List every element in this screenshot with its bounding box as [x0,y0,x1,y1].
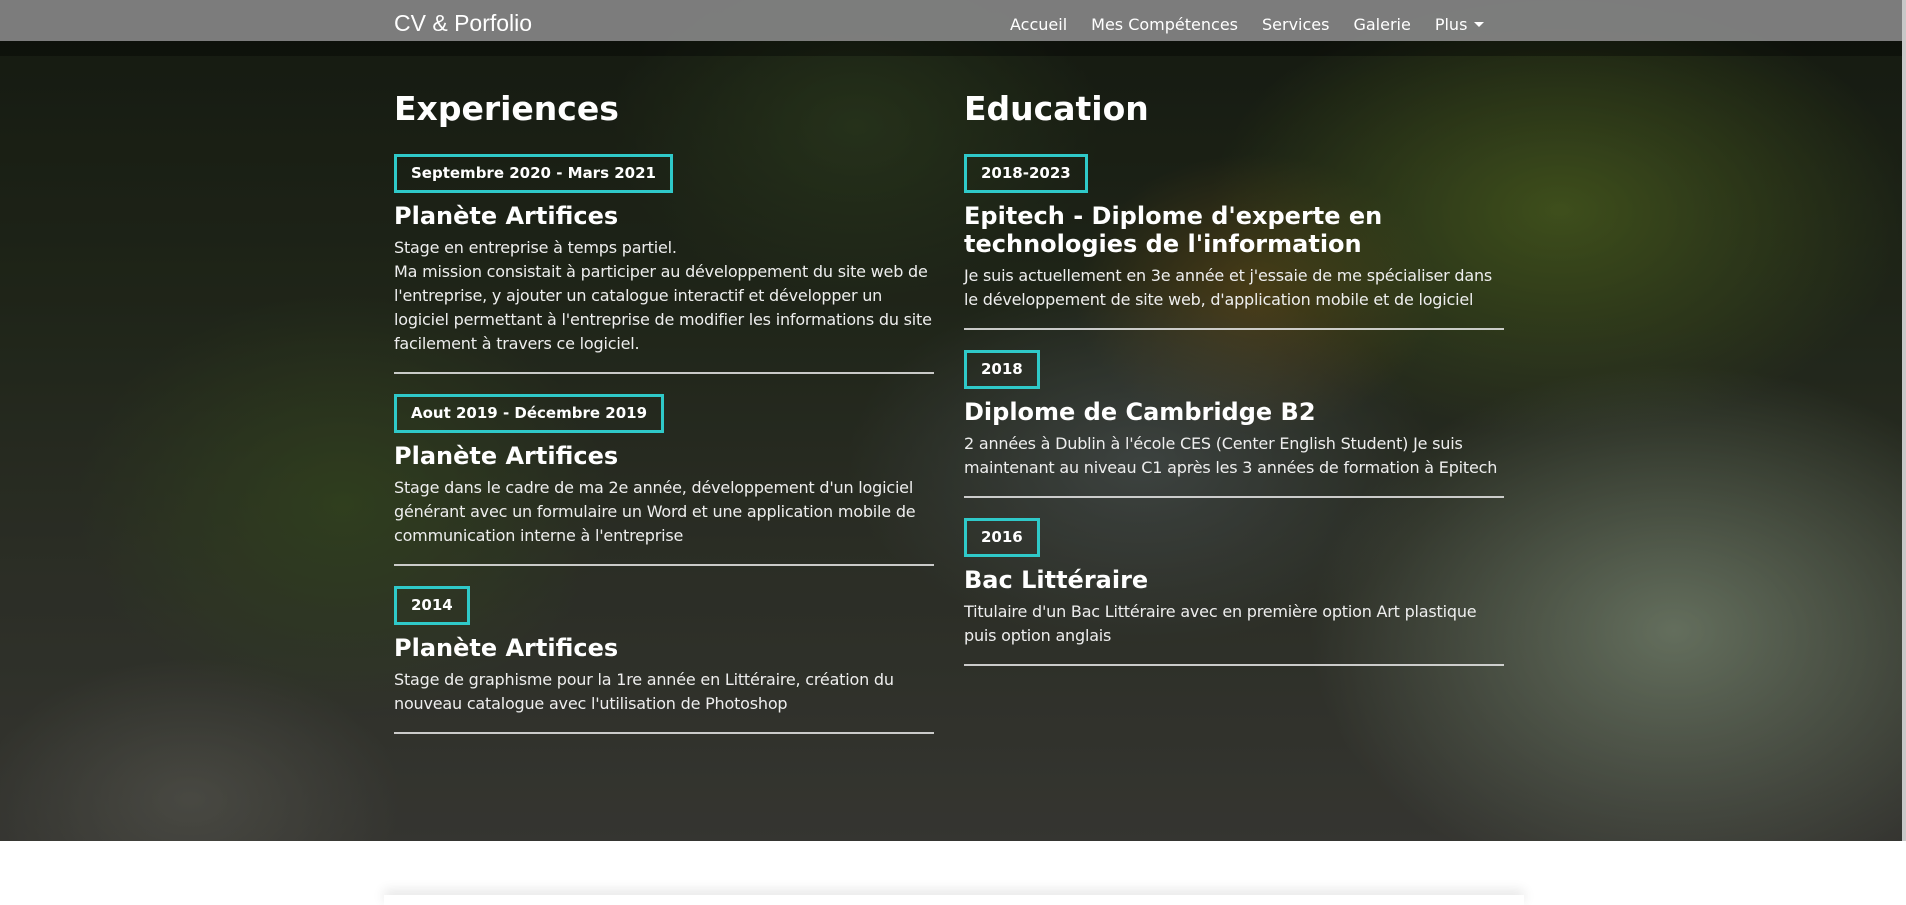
company-name: Planète Artifices [394,634,619,662]
nav-links: Accueil Mes Compétences Services Galerie… [1010,15,1485,34]
date-badge: 2018 [964,350,1040,389]
nav-dropdown-label: Plus [1434,15,1468,34]
hero-background [0,0,1902,841]
nav-link-accueil[interactable]: Accueil [1010,15,1067,34]
chevron-down-icon [1474,22,1485,27]
education-title: Education [964,89,1149,128]
experience-entry: 2014 Planète Artifices Stage de graphism… [394,586,934,734]
experience-entry: Septembre 2020 - Mars 2021 Planète Artif… [394,154,934,374]
nav-link-services[interactable]: Services [1262,15,1329,34]
degree-name: Bac Littéraire [964,566,1149,594]
degree-name: Diplome de Cambridge B2 [964,398,1316,426]
scrollbar[interactable] [1902,0,1906,841]
nav-link-competences[interactable]: Mes Compétences [1091,15,1238,34]
date-badge: 2018-2023 [964,154,1088,193]
date-badge: 2014 [394,586,470,625]
brand-logo[interactable]: CV & Porfolio [394,10,532,37]
education-entry: 2018 Diplome de Cambridge B2 2 années à … [964,350,1504,498]
navbar: CV & Porfolio Accueil Mes Compétences Se… [0,0,1902,56]
date-badge: 2016 [964,518,1040,557]
date-badge: Aout 2019 - Décembre 2019 [394,394,665,433]
education-entry: 2016 Bac Littéraire Titulaire d'un Bac L… [964,518,1504,666]
experiences-column: Experiences Septembre 2020 - Mars 2021 P… [394,86,934,754]
education-description: Je suis actuellement en 3e année et j'es… [964,266,1493,309]
company-name: Planète Artifices [394,202,619,230]
education-column: Education 2018-2023 Epitech - Diplome d'… [964,86,1504,686]
education-description: Titulaire d'un Bac Littéraire avec en pr… [964,602,1477,645]
next-section-card-edge [384,895,1524,905]
experiences-title: Experiences [394,89,619,128]
navbar-shadow-strip [0,41,1902,56]
nav-link-galerie[interactable]: Galerie [1353,15,1410,34]
education-entry: 2018-2023 Epitech - Diplome d'experte en… [964,154,1504,330]
date-badge: Septembre 2020 - Mars 2021 [394,154,673,193]
experience-entry: Aout 2019 - Décembre 2019 Planète Artifi… [394,394,934,566]
experience-description: Stage dans le cadre de ma 2e année, déve… [394,478,916,545]
company-name: Planète Artifices [394,442,619,470]
degree-name: Epitech - Diplome d'experte en technolog… [964,202,1383,258]
experience-description: Stage de graphisme pour la 1re année en … [394,670,894,713]
education-description: 2 années à Dublin à l'école CES (Center … [964,434,1498,477]
experience-description: Stage en entreprise à temps partiel. Ma … [394,238,932,353]
nav-dropdown-plus[interactable]: Plus [1435,15,1485,34]
